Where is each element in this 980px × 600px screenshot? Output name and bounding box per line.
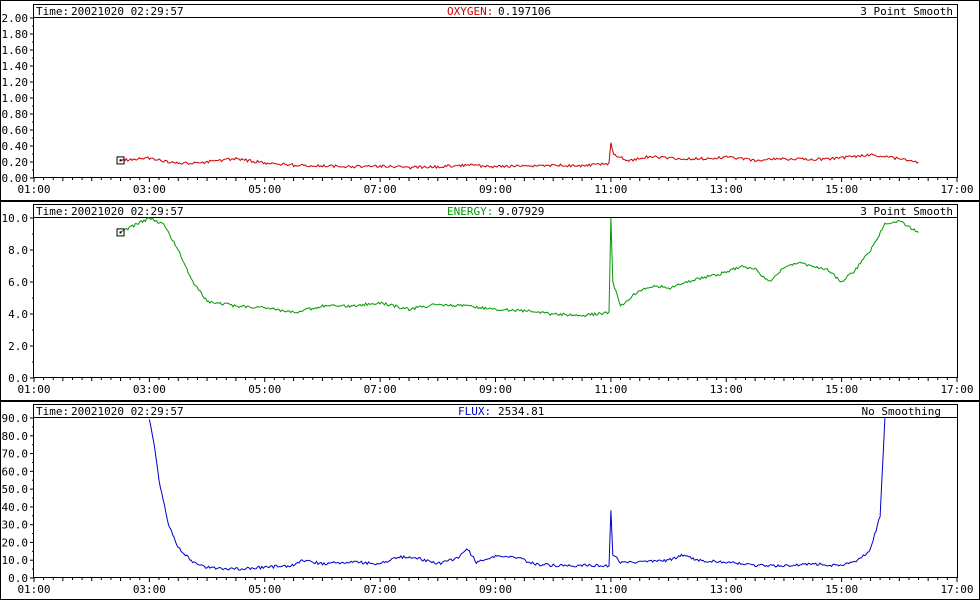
- time-value: 20021020 02:29:57: [71, 5, 184, 18]
- x-tick-label: 15:00: [825, 383, 858, 396]
- smoothing-label: No Smoothing: [862, 405, 941, 418]
- y-tick-label: 50.0: [2, 483, 29, 496]
- x-tick-label: 03:00: [133, 383, 166, 396]
- y-tick-label: 10.0: [2, 554, 29, 567]
- time-value: 20021020 02:29:57: [71, 205, 184, 218]
- x-tick-label: 09:00: [479, 183, 512, 196]
- x-tick-label: 01:00: [17, 583, 50, 596]
- y-tick-label: 4.0: [8, 308, 28, 321]
- series-line: [120, 142, 919, 170]
- x-tick-label: 15:00: [825, 183, 858, 196]
- variable-name: FLUX:: [458, 405, 491, 418]
- x-tick-label: 09:00: [479, 583, 512, 596]
- y-tick-label: 60.0: [2, 465, 29, 478]
- panel-flux: Time: 20021020 02:29:57 FLUX: 2534.81 No…: [2, 404, 974, 596]
- y-tick-label: 1.60: [2, 44, 29, 57]
- y-tick-label: 30.0: [2, 519, 29, 532]
- outer-frame: [0, 0, 980, 600]
- x-tick-label: 05:00: [248, 183, 281, 196]
- x-tick-label: 03:00: [133, 583, 166, 596]
- y-tick-label: 8.0: [8, 244, 28, 257]
- cursor-marker-dot: [119, 231, 122, 234]
- variable-value: 9.07929: [498, 205, 544, 218]
- cursor-marker-dot: [119, 159, 122, 162]
- plot-area: [33, 417, 958, 578]
- series-line: [148, 417, 886, 571]
- x-tick-label: 11:00: [594, 383, 627, 396]
- x-tick-label: 17:00: [940, 183, 973, 196]
- y-tick-label: 0.80: [2, 108, 29, 121]
- x-tick-label: 11:00: [594, 583, 627, 596]
- y-tick-label: 2.0: [8, 340, 28, 353]
- y-tick-label: 10.0: [2, 212, 29, 225]
- variable-value: 0.197106: [498, 5, 551, 18]
- x-tick-label: 07:00: [364, 583, 397, 596]
- plot-content: 0.000.200.400.600.801.001.201.401.601.80…: [2, 12, 974, 196]
- x-tick-label: 01:00: [17, 183, 50, 196]
- x-tick-label: 11:00: [594, 183, 627, 196]
- chart-stack: Time: 20021020 02:29:57 OXYGEN: 0.197106…: [0, 0, 980, 600]
- y-tick-label: 0.40: [2, 140, 29, 153]
- x-tick-label: 05:00: [248, 383, 281, 396]
- y-tick-label: 40.0: [2, 501, 29, 514]
- panel-oxygen: Time: 20021020 02:29:57 OXYGEN: 0.197106…: [2, 4, 974, 196]
- time-label: Time:: [36, 205, 69, 218]
- x-tick-label: 05:00: [248, 583, 281, 596]
- x-tick-label: 03:00: [133, 183, 166, 196]
- y-tick-label: 0.20: [2, 156, 29, 169]
- variable-value: 2534.81: [498, 405, 544, 418]
- y-tick-label: 1.00: [2, 92, 29, 105]
- y-tick-label: 1.80: [2, 28, 29, 41]
- series-line: [120, 217, 919, 318]
- x-tick-label: 07:00: [364, 383, 397, 396]
- x-tick-label: 01:00: [17, 383, 50, 396]
- plot-content: 0.010.020.030.040.050.060.070.080.090.00…: [2, 412, 974, 596]
- x-tick-label: 07:00: [364, 183, 397, 196]
- y-tick-label: 90.0: [2, 412, 29, 425]
- y-tick-label: 1.40: [2, 60, 29, 73]
- smoothing-label: 3 Point Smooth: [860, 5, 953, 18]
- x-tick-label: 09:00: [479, 383, 512, 396]
- y-tick-label: 0.60: [2, 124, 29, 137]
- x-tick-label: 13:00: [710, 583, 743, 596]
- plot-content: 0.02.04.06.08.010.001:00 03:00 05:00 07:00 0…: [2, 212, 974, 396]
- variable-name: OXYGEN:: [447, 5, 493, 18]
- plot-area: [33, 17, 958, 178]
- x-tick-label: 17:00: [940, 383, 973, 396]
- plot-area: [33, 217, 958, 378]
- variable-name: ENERGY:: [447, 205, 493, 218]
- y-tick-label: 1.20: [2, 76, 29, 89]
- panel-energy: Time: 20021020 02:29:57 ENERGY: 9.07929 …: [2, 204, 974, 396]
- x-tick-label: 13:00: [710, 383, 743, 396]
- smoothing-label: 3 Point Smooth: [860, 205, 953, 218]
- y-tick-label: 80.0: [2, 430, 29, 443]
- x-tick-label: 17:00: [940, 583, 973, 596]
- y-tick-label: 6.0: [8, 276, 28, 289]
- time-label: Time:: [36, 405, 69, 418]
- time-value: 20021020 02:29:57: [71, 405, 184, 418]
- y-tick-label: 70.0: [2, 448, 29, 461]
- time-label: Time:: [36, 5, 69, 18]
- y-tick-label: 20.0: [2, 536, 29, 549]
- x-tick-label: 13:00: [710, 183, 743, 196]
- x-tick-label: 15:00: [825, 583, 858, 596]
- y-tick-label: 2.00: [2, 12, 29, 25]
